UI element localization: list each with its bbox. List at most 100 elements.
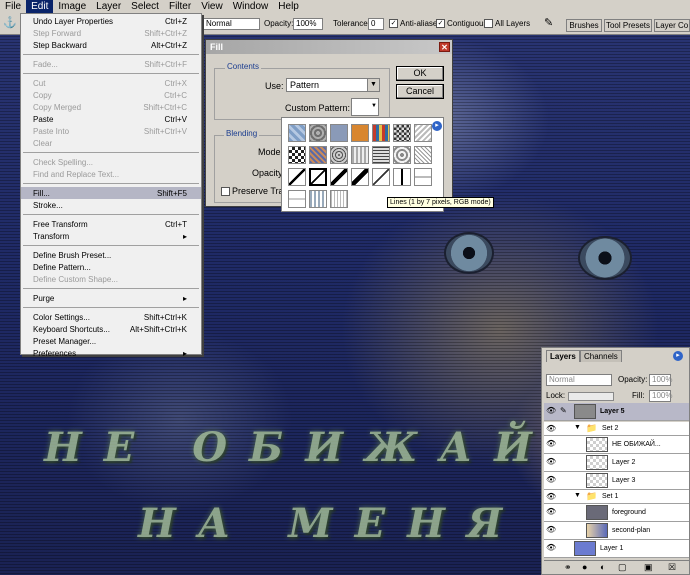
workspace-icon[interactable]: ✎ <box>544 16 558 30</box>
menu-item-stroke[interactable]: Stroke... <box>21 199 201 211</box>
layer-name: НЕ ОБИЖАЙ... <box>612 441 661 448</box>
lock-icons[interactable] <box>568 392 614 401</box>
menu-item-paste[interactable]: Paste Ctrl+V <box>21 113 201 125</box>
tab-layers[interactable]: Layers <box>546 350 580 362</box>
menu-select[interactable]: Select <box>126 0 164 13</box>
pattern-swatch[interactable] <box>393 168 411 186</box>
menu-help[interactable]: Help <box>273 0 304 13</box>
trash-icon[interactable]: ☒ <box>668 562 676 573</box>
pattern-swatch[interactable] <box>351 168 369 186</box>
layer-opacity-field[interactable]: 100% <box>649 374 672 386</box>
pattern-swatch[interactable] <box>309 146 327 164</box>
layer-row-text[interactable]: 👁 НЕ ОБИЖАЙ... <box>544 436 689 454</box>
menu-item-step-backward[interactable]: Step Backward Alt+Ctrl+Z <box>21 39 201 51</box>
menu-item-color-settings[interactable]: Color Settings... Shift+Ctrl+K <box>21 311 201 323</box>
pattern-swatch[interactable] <box>351 124 369 142</box>
menu-layer[interactable]: Layer <box>91 0 126 13</box>
menu-item-define-brush-preset[interactable]: Define Brush Preset... <box>21 249 201 261</box>
layer-row-layer5[interactable]: 👁 ✎ Layer 5 <box>544 403 689 421</box>
menu-item-shortcut: Alt+Shift+Ctrl+K <box>129 324 187 334</box>
fill-dialog-titlebar[interactable]: Fill ✕ <box>206 40 452 54</box>
pattern-swatch[interactable] <box>393 124 411 142</box>
pattern-swatch[interactable] <box>330 124 348 142</box>
eye-icon[interactable]: 👁 <box>546 508 556 516</box>
paint-bucket-icon[interactable]: ⚓ <box>3 17 17 30</box>
pattern-swatch[interactable] <box>309 190 327 208</box>
pattern-swatch[interactable] <box>351 146 369 164</box>
fill-field[interactable]: 100% <box>649 390 672 402</box>
tab-layer-comps[interactable]: Layer Co <box>654 19 690 32</box>
mask-icon[interactable]: ◐ <box>600 562 605 572</box>
close-icon[interactable]: ✕ <box>439 42 450 52</box>
fx-icon[interactable]: ● <box>582 562 587 572</box>
pattern-swatch-selected[interactable] <box>309 168 327 186</box>
contiguous-checkbox[interactable]: ✓ <box>436 19 445 28</box>
menu-item-purge[interactable]: Purge ▸ <box>21 292 201 304</box>
pattern-swatch[interactable] <box>414 146 432 164</box>
menu-item-fill[interactable]: Fill... Shift+F5 <box>21 187 201 199</box>
menu-view[interactable]: View <box>196 0 228 13</box>
tolerance-field[interactable]: 0 <box>368 18 384 30</box>
new-set-icon[interactable]: ▢ <box>618 562 627 573</box>
menu-file[interactable]: File <box>0 0 26 13</box>
pattern-swatch[interactable] <box>288 168 306 186</box>
layer-row-layer1[interactable]: 👁 Layer 1 <box>544 540 689 558</box>
eye-icon[interactable]: 👁 <box>546 440 556 448</box>
custom-pattern-swatch[interactable]: ▼ <box>351 98 379 116</box>
menu-edit[interactable]: Edit <box>26 0 54 13</box>
eye-icon[interactable]: 👁 <box>546 425 556 433</box>
layer-row-set1[interactable]: 👁 ▼ 📁 Set 1 <box>544 490 689 504</box>
layer-row-foreground[interactable]: 👁 foreground <box>544 504 689 522</box>
pattern-swatch[interactable] <box>288 190 306 208</box>
pattern-swatch[interactable] <box>330 190 348 208</box>
pattern-swatch[interactable] <box>393 146 411 164</box>
menu-image[interactable]: Image <box>53 0 91 13</box>
pattern-swatch[interactable] <box>288 124 306 142</box>
eye-icon[interactable]: 👁 <box>546 458 556 466</box>
all-layers-checkbox[interactable] <box>484 19 493 28</box>
layer-row-set2[interactable]: 👁 ▼ 📁 Set 2 <box>544 422 689 436</box>
pattern-swatch[interactable] <box>414 168 432 186</box>
pattern-swatch[interactable] <box>330 146 348 164</box>
new-layer-icon[interactable]: ▣ <box>644 562 653 573</box>
palette-menu-icon[interactable]: ▸ <box>673 351 683 361</box>
layer-row-layer3[interactable]: 👁 Layer 3 <box>544 472 689 490</box>
eye-icon[interactable]: 👁 <box>546 407 556 415</box>
eye-icon[interactable]: 👁 <box>546 476 556 484</box>
blend-mode-select[interactable]: Normal <box>546 374 612 386</box>
eye-icon[interactable]: 👁 <box>546 544 556 552</box>
pattern-swatch[interactable] <box>330 168 348 186</box>
use-select[interactable]: Pattern ▼ <box>286 78 380 92</box>
tab-brushes[interactable]: Brushes <box>566 19 602 32</box>
menu-item-undo-layer-properties[interactable]: Undo Layer Properties Ctrl+Z <box>21 15 201 27</box>
pattern-swatch[interactable] <box>288 146 306 164</box>
mode-select[interactable]: Normal <box>203 18 260 30</box>
menu-item-preferences[interactable]: Preferences ▸ <box>21 347 201 359</box>
anti-aliased-checkbox[interactable]: ✓ <box>389 19 398 28</box>
menu-item-keyboard-shortcuts[interactable]: Keyboard Shortcuts... Alt+Shift+Ctrl+K <box>21 323 201 335</box>
pattern-swatch[interactable] <box>414 124 432 142</box>
picker-menu-icon[interactable]: ▸ <box>432 121 442 131</box>
layer-row-second-plan[interactable]: 👁 second-plan <box>544 522 689 540</box>
opacity-field[interactable]: 100% <box>293 18 323 30</box>
menu-item-define-pattern[interactable]: Define Pattern... <box>21 261 201 273</box>
tab-channels[interactable]: Channels <box>580 350 622 362</box>
pattern-swatch[interactable] <box>372 168 390 186</box>
pattern-swatch[interactable] <box>372 146 390 164</box>
layer-row-layer2[interactable]: 👁 Layer 2 <box>544 454 689 472</box>
pattern-swatch[interactable] <box>372 124 390 142</box>
ok-button[interactable]: OK <box>396 66 444 81</box>
menu-filter[interactable]: Filter <box>164 0 196 13</box>
menu-window[interactable]: Window <box>228 0 274 13</box>
eye-icon[interactable]: 👁 <box>546 493 556 501</box>
tab-tool-presets[interactable]: Tool Presets <box>604 19 652 32</box>
cancel-button[interactable]: Cancel <box>396 84 444 99</box>
menu-item-free-transform[interactable]: Free Transform Ctrl+T <box>21 218 201 230</box>
eye-icon[interactable]: 👁 <box>546 526 556 534</box>
menu-item-transform[interactable]: Transform ▸ <box>21 230 201 242</box>
menu-item-preset-manager[interactable]: Preset Manager... <box>21 335 201 347</box>
layer-thumbnail <box>586 505 608 520</box>
preserve-transparency-checkbox[interactable] <box>221 187 230 196</box>
pattern-swatch[interactable] <box>309 124 327 142</box>
link-icon[interactable]: ⚭ <box>564 562 572 573</box>
